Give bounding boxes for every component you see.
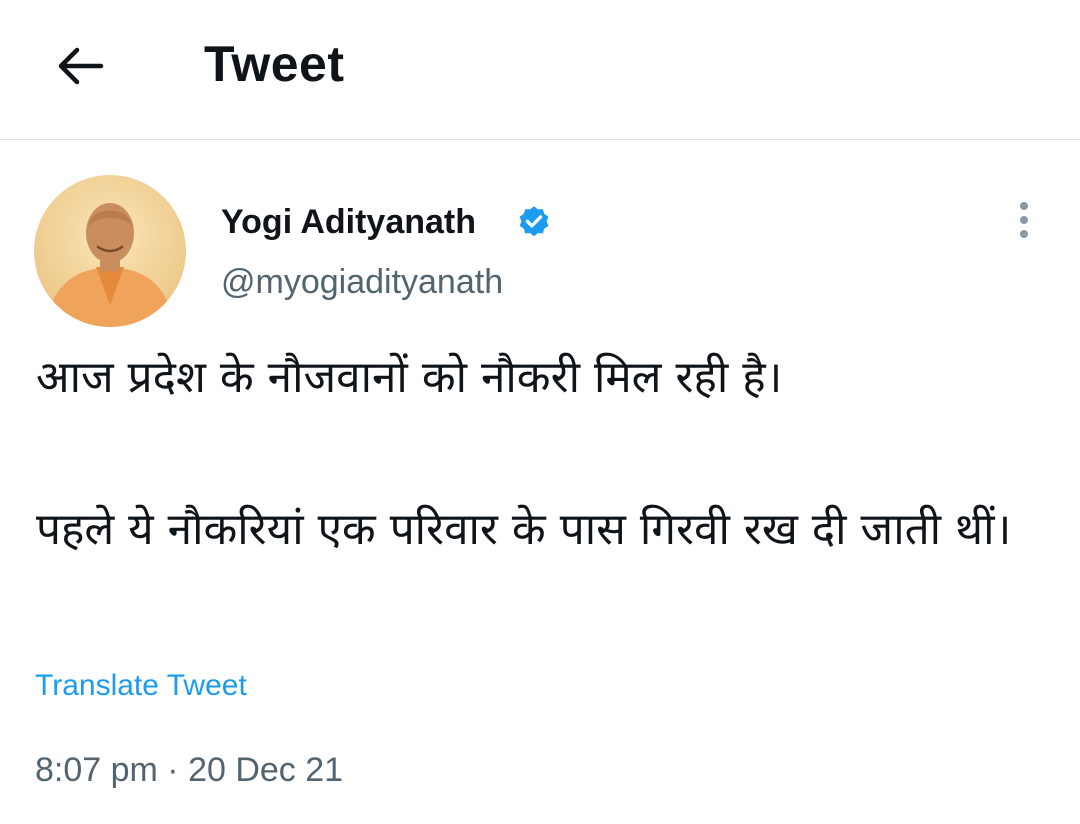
translate-tweet-link[interactable]: Translate Tweet (35, 666, 247, 706)
top-bar: Tweet (0, 0, 1080, 140)
tweet-date[interactable]: 20 Dec 21 (188, 751, 343, 789)
author-handle[interactable]: @myogiadityanath (221, 260, 503, 304)
arrow-left-icon (58, 47, 104, 85)
timestamp-separator: · (157, 751, 189, 789)
tweet-time[interactable]: 8:07 pm (35, 751, 158, 789)
avatar[interactable] (34, 175, 186, 327)
author-display-name[interactable]: Yogi Adityanath (221, 200, 476, 244)
back-button[interactable] (44, 30, 116, 102)
tweet-text: आज प्रदेश के नौजवानों को नौकरी मिल रही ह… (36, 352, 1012, 555)
more-vertical-icon[interactable] (1004, 198, 1044, 242)
verified-badge-icon (519, 206, 549, 237)
page-title: Tweet (204, 36, 345, 92)
tweet-timestamp: 8:07 pm · 20 Dec 21 (35, 748, 343, 792)
